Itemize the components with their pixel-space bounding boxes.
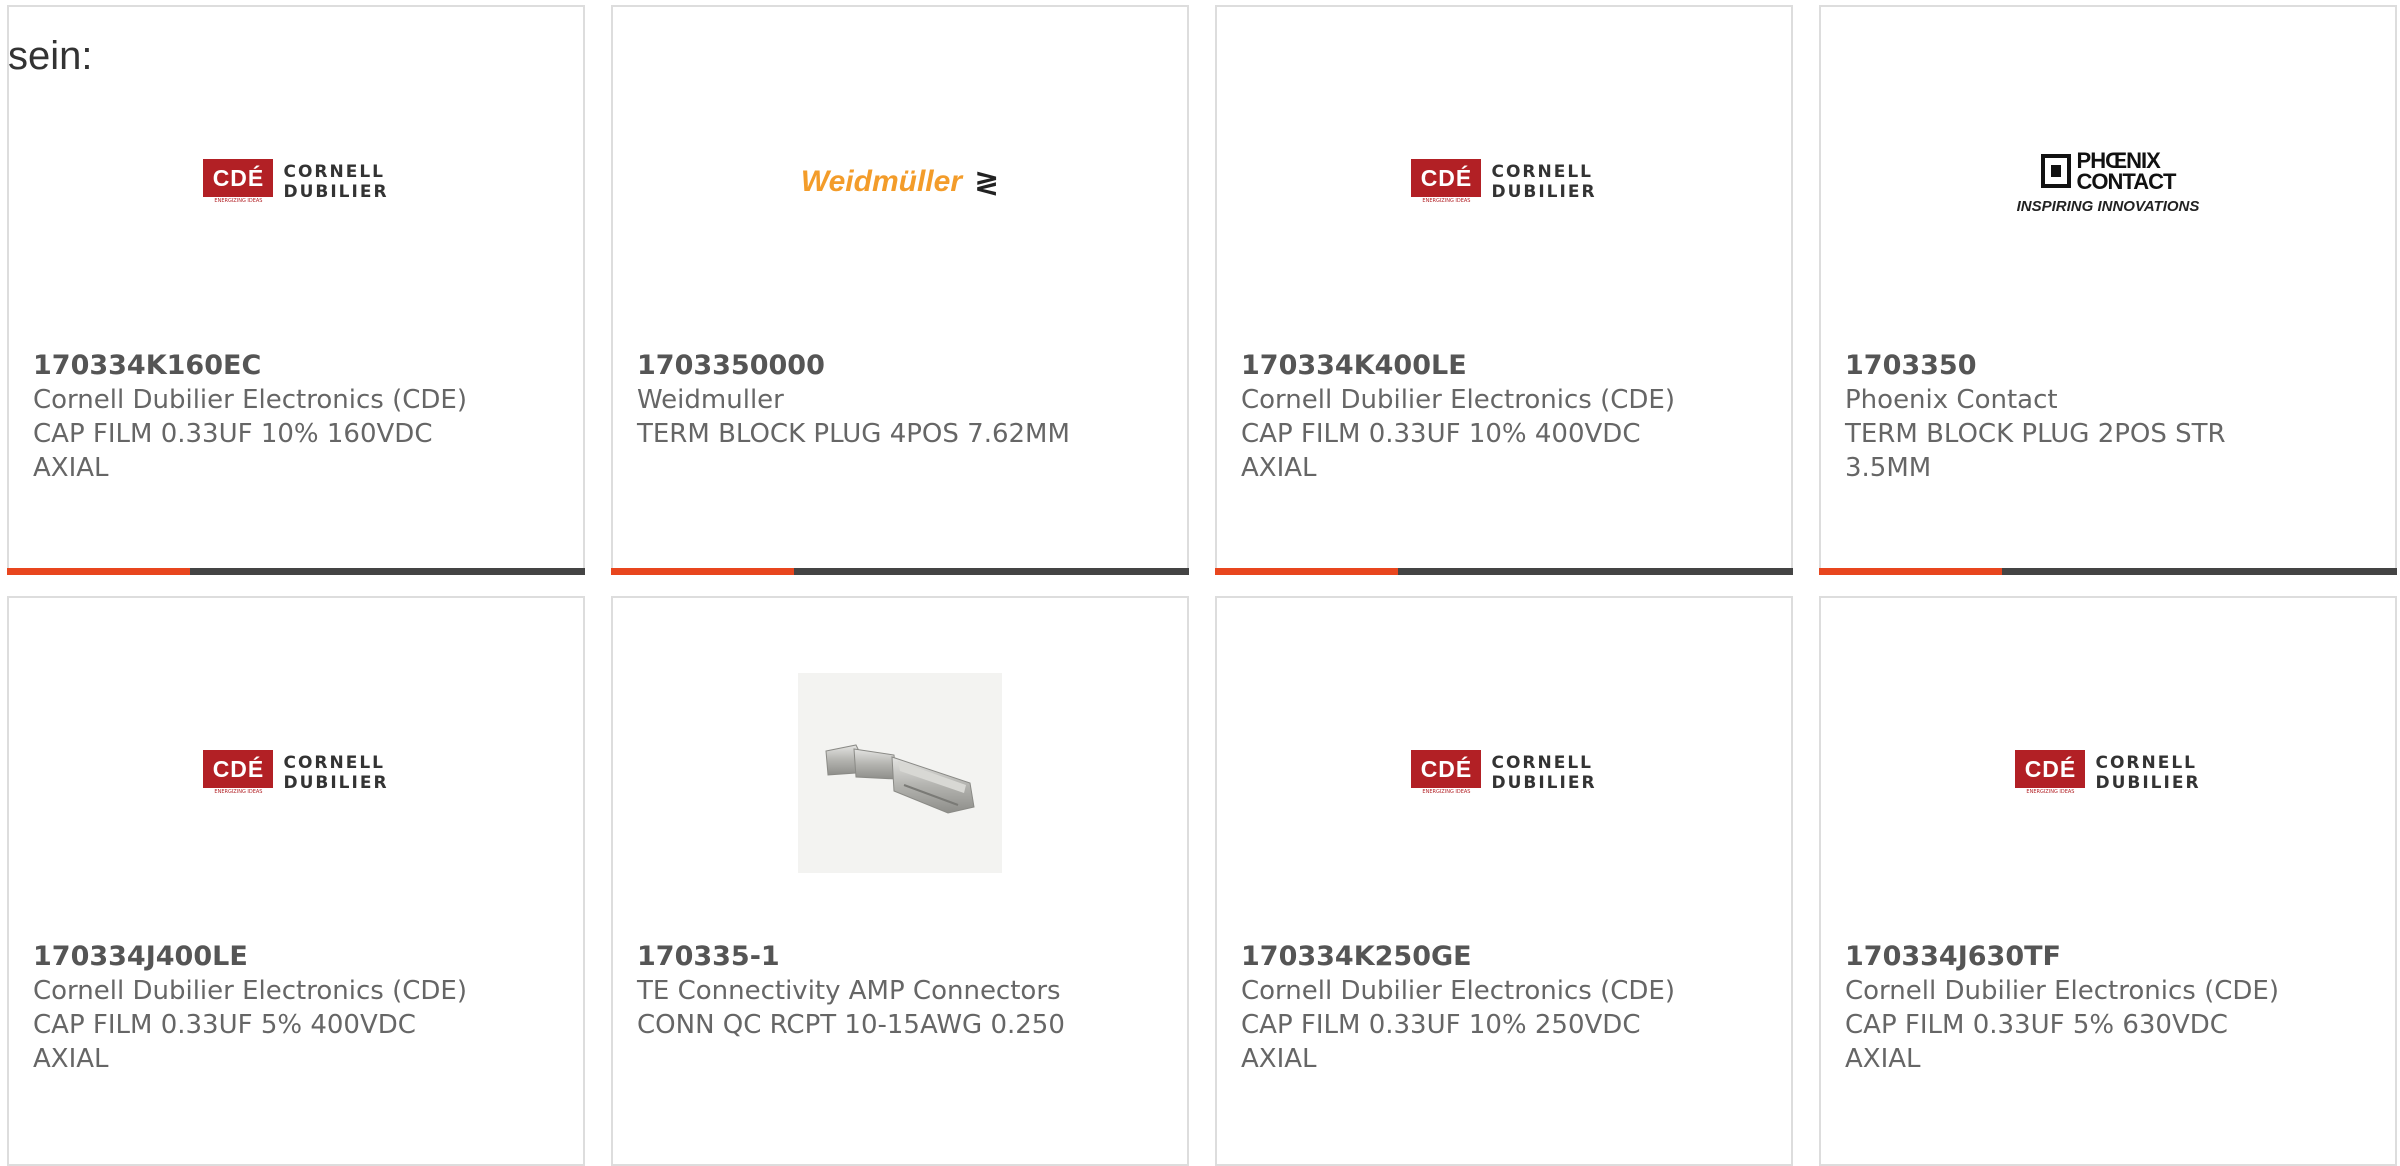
cde-logo: CDÉ ENERGIZING IDEAS CORNELL DUBILIER: [2015, 750, 2200, 796]
manufacturer: Weidmuller: [637, 385, 784, 415]
part-number[interactable]: 1703350: [1845, 349, 2371, 383]
phoenix-contact-logo: PHŒNIX CONTACT INSPIRING INNOVATIONS: [2016, 147, 2200, 215]
product-grid: CDÉ ENERGIZING IDEAS CORNELL DUBILIER 17…: [0, 0, 2400, 1166]
cde-name-line2: DUBILIER: [1491, 182, 1597, 202]
manufacturer: Cornell Dubilier Electronics (CDE): [1241, 976, 1675, 1006]
description: TERM BLOCK PLUG 2POS STR 3.5MM: [1845, 419, 2226, 483]
product-image[interactable]: CDÉ ENERGIZING IDEAS CORNELL DUBILIER: [9, 658, 583, 888]
phoenix-name-line1: PHŒNIX: [2076, 147, 2161, 173]
intro-text: sein:: [8, 34, 93, 78]
product-card[interactable]: CDÉ ENERGIZING IDEAS CORNELL DUBILIER 17…: [7, 5, 585, 575]
card-accent-bar: [1819, 568, 2397, 575]
cde-name-line1: CORNELL: [1491, 162, 1593, 182]
cde-tagline: ENERGIZING IDEAS: [1422, 198, 1471, 204]
part-number[interactable]: 170334K400LE: [1241, 349, 1767, 383]
product-card[interactable]: CDÉ ENERGIZING IDEAS CORNELL DUBILIER 17…: [1819, 596, 2397, 1166]
description: CAP FILM 0.33UF 10% 250VDC AXIAL: [1241, 1010, 1641, 1074]
card-accent-bar: [7, 568, 585, 575]
cde-badge-text: CDÉ: [2015, 750, 2086, 788]
description: CAP FILM 0.33UF 10% 400VDC AXIAL: [1241, 419, 1641, 483]
description: TERM BLOCK PLUG 4POS 7.62MM: [637, 419, 1070, 449]
cde-name-line2: DUBILIER: [1491, 773, 1597, 793]
product-image[interactable]: CDÉ ENERGIZING IDEAS CORNELL DUBILIER: [1217, 67, 1791, 297]
product-image[interactable]: CDÉ ENERGIZING IDEAS CORNELL DUBILIER: [1821, 658, 2395, 888]
quick-connect-terminal-icon: [825, 744, 975, 814]
product-card[interactable]: CDÉ ENERGIZING IDEAS CORNELL DUBILIER 17…: [1215, 596, 1793, 1166]
manufacturer: Cornell Dubilier Electronics (CDE): [1845, 976, 2279, 1006]
cde-badge-text: CDÉ: [1411, 159, 1482, 197]
cde-tagline: ENERGIZING IDEAS: [214, 789, 263, 795]
cde-badge-text: CDÉ: [203, 159, 274, 197]
cde-logo: CDÉ ENERGIZING IDEAS CORNELL DUBILIER: [1411, 159, 1596, 205]
manufacturer: Phoenix Contact: [1845, 385, 2058, 415]
cde-name-line1: CORNELL: [2095, 753, 2197, 773]
weidmuller-name: Weidmüller: [800, 165, 962, 198]
product-card[interactable]: 170335-1 TE Connectivity AMP Connectors …: [611, 596, 1189, 1166]
product-image[interactable]: [613, 658, 1187, 888]
card-accent-bar: [1215, 568, 1793, 575]
part-number[interactable]: 170335-1: [637, 940, 1163, 974]
part-number[interactable]: 170334K160EC: [33, 349, 559, 383]
cde-name-line2: DUBILIER: [283, 773, 389, 793]
cde-name-line1: CORNELL: [283, 162, 385, 182]
manufacturer: Cornell Dubilier Electronics (CDE): [33, 385, 467, 415]
description: CAP FILM 0.33UF 5% 630VDC AXIAL: [1845, 1010, 2228, 1074]
cde-badge-text: CDÉ: [1411, 750, 1482, 788]
weidmuller-logo: Weidmüller ≷: [801, 165, 999, 200]
product-image[interactable]: CDÉ ENERGIZING IDEAS CORNELL DUBILIER: [1217, 658, 1791, 888]
product-card[interactable]: CDÉ ENERGIZING IDEAS CORNELL DUBILIER 17…: [1215, 5, 1793, 575]
cde-logo: CDÉ ENERGIZING IDEAS CORNELL DUBILIER: [1411, 750, 1596, 796]
product-image[interactable]: Weidmüller ≷: [613, 67, 1187, 297]
cde-logo: CDÉ ENERGIZING IDEAS CORNELL DUBILIER: [203, 750, 388, 796]
cde-badge-text: CDÉ: [203, 750, 274, 788]
phoenix-square-icon: [2040, 153, 2071, 188]
part-number[interactable]: 170334J630TF: [1845, 940, 2371, 974]
description: CAP FILM 0.33UF 5% 400VDC AXIAL: [33, 1010, 416, 1074]
cde-tagline: ENERGIZING IDEAS: [214, 198, 263, 204]
product-image[interactable]: CDÉ ENERGIZING IDEAS CORNELL DUBILIER: [9, 67, 583, 297]
product-card[interactable]: CDÉ ENERGIZING IDEAS CORNELL DUBILIER 17…: [7, 596, 585, 1166]
cde-tagline: ENERGIZING IDEAS: [2026, 789, 2075, 795]
product-card[interactable]: PHŒNIX CONTACT INSPIRING INNOVATIONS 170…: [1819, 5, 2397, 575]
cde-name-line1: CORNELL: [283, 753, 385, 773]
phoenix-name-line2: CONTACT: [2076, 168, 2177, 194]
weidmuller-mark-icon: ≷: [974, 164, 1000, 200]
part-number[interactable]: 170334J400LE: [33, 940, 559, 974]
cde-name-line2: DUBILIER: [2095, 773, 2201, 793]
terminal-photo: [798, 673, 1002, 873]
part-number[interactable]: 170334K250GE: [1241, 940, 1767, 974]
cde-name-line1: CORNELL: [1491, 753, 1593, 773]
manufacturer: Cornell Dubilier Electronics (CDE): [33, 976, 467, 1006]
cde-tagline: ENERGIZING IDEAS: [1422, 789, 1471, 795]
product-image[interactable]: PHŒNIX CONTACT INSPIRING INNOVATIONS: [1821, 67, 2395, 297]
part-number[interactable]: 1703350000: [637, 349, 1163, 383]
cde-logo: CDÉ ENERGIZING IDEAS CORNELL DUBILIER: [203, 159, 388, 205]
manufacturer: TE Connectivity AMP Connectors: [637, 976, 1061, 1006]
phoenix-slogan: INSPIRING INNOVATIONS: [2016, 197, 2200, 215]
card-accent-bar: [611, 568, 1189, 575]
product-card[interactable]: Weidmüller ≷ 1703350000 Weidmuller TERM …: [611, 5, 1189, 575]
manufacturer: Cornell Dubilier Electronics (CDE): [1241, 385, 1675, 415]
description: CONN QC RCPT 10-15AWG 0.250: [637, 1010, 1065, 1040]
cde-name-line2: DUBILIER: [283, 182, 389, 202]
description: CAP FILM 0.33UF 10% 160VDC AXIAL: [33, 419, 433, 483]
